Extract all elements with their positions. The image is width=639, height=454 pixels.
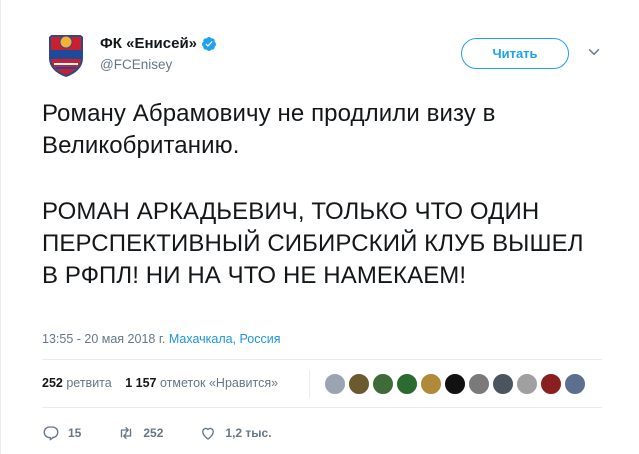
liker-avatar-3[interactable] (372, 373, 394, 395)
liker-avatar-4[interactable] (396, 373, 418, 395)
like-count: 1,2 тыс. (225, 426, 272, 440)
liker-avatar-7[interactable] (468, 373, 490, 395)
tweet-card: ФК «Енисей» @FCEnisey Читать Роману Абра… (0, 0, 639, 454)
like-stat-label: отметок «Нравится» (159, 376, 279, 390)
follow-button[interactable]: Читать (461, 38, 569, 69)
liker-avatar-8[interactable] (492, 373, 514, 395)
liker-avatar-1[interactable] (324, 373, 346, 395)
retweet-stat-count: 252 (42, 376, 63, 390)
verified-badge-icon (202, 36, 217, 51)
retweet-stat[interactable]: 252 ретвита (42, 376, 112, 390)
liker-avatar-6[interactable] (444, 373, 466, 395)
tweet-text-paragraph-1: Роману Абрамовичу не продлили визу в Вел… (42, 100, 496, 159)
like-action[interactable]: 1,2 тыс. (199, 424, 272, 442)
account-handle[interactable]: @FCEnisey (100, 57, 217, 72)
display-name[interactable]: ФК «Енисей» (100, 35, 217, 52)
stats-separator (309, 370, 310, 398)
account-names: ФК «Енисей» @FCEnisey (100, 35, 217, 72)
liker-avatar-11[interactable] (564, 373, 586, 395)
reply-action[interactable]: 15 (42, 424, 81, 442)
like-icon (202, 427, 215, 440)
tweet-stats: 252 ретвита 1 157 отметок «Нравится» (42, 376, 278, 390)
liker-avatar-2[interactable] (348, 373, 370, 395)
display-name-text[interactable]: ФК «Енисей» (100, 35, 197, 52)
tweet-header: ФК «Енисей» @FCEnisey Читать (42, 28, 632, 82)
divider (42, 407, 602, 408)
retweet-stat-label: ретвита (66, 376, 112, 390)
retweet-count: 252 (143, 426, 164, 440)
liker-avatar-9[interactable] (516, 373, 538, 395)
reply-count: 15 (68, 426, 82, 440)
club-crest-icon (49, 35, 83, 78)
tweet-actions: 15 252 1,2 тыс. (42, 424, 272, 442)
liker-avatar-5[interactable] (420, 373, 442, 395)
caret-down-icon[interactable] (585, 43, 603, 61)
divider (42, 359, 602, 360)
reply-icon (43, 426, 59, 441)
tweet-text-paragraph-2: РОМАН АРКАДЬЕВИЧ, ТОЛЬКО ЧТО ОДИН ПЕРСПЕ… (42, 198, 584, 289)
retweet-icon (121, 427, 132, 439)
avatar[interactable] (42, 30, 90, 78)
liker-avatars (324, 373, 586, 395)
tweet-meta: 13:55 - 20 мая 2018 г. Махачкала, Россия (42, 332, 281, 346)
tweet-timestamp[interactable]: 13:55 - 20 мая 2018 г. (42, 332, 165, 346)
liker-avatar-10[interactable] (540, 373, 562, 395)
retweet-action[interactable]: 252 (117, 424, 163, 442)
like-stat-count: 1 157 (125, 376, 157, 390)
like-stat[interactable]: 1 157 отметок «Нравится» (125, 376, 278, 390)
tweet-location[interactable]: Махачкала, Россия (169, 332, 281, 346)
